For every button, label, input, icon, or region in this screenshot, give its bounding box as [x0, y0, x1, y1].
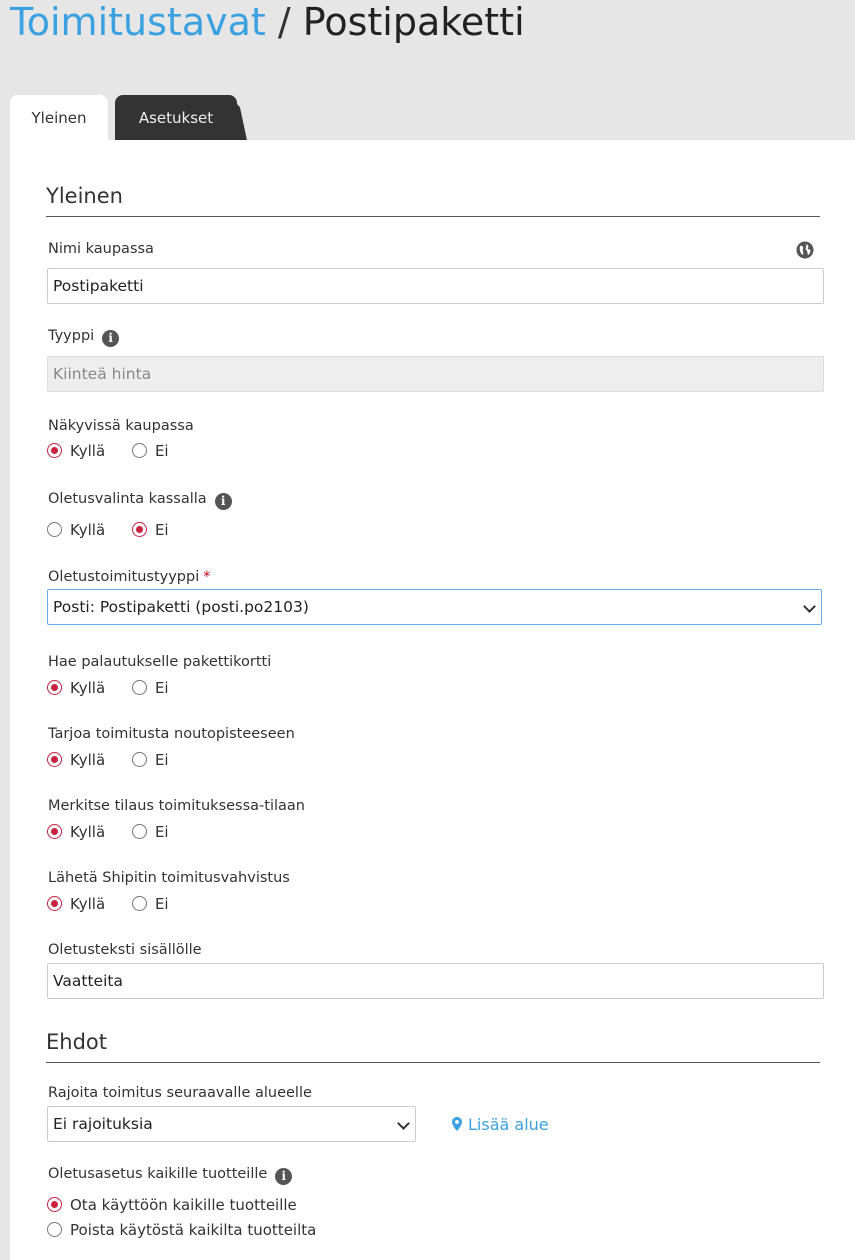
products-label-text: Oletusasetus kaikille tuotteille: [48, 1166, 268, 1182]
name-input[interactable]: Postipaketti: [47, 268, 824, 304]
mark-status-radio-group: Kyllä Ei: [47, 823, 191, 841]
radio-selected[interactable]: [131, 522, 147, 537]
return-card-radio-group: Kyllä Ei: [47, 679, 191, 697]
radio-label: Ota käyttöön kaikille tuotteille: [70, 1196, 297, 1214]
return-card-label: Hae palautukselle pakettikortti: [48, 654, 272, 670]
visible-label: Näkyvissä kaupassa: [48, 418, 194, 434]
required-mark: *: [203, 569, 211, 585]
default-checkout-no-option[interactable]: Ei: [131, 521, 169, 539]
map-marker-icon: [452, 1117, 462, 1131]
radio-label: Kyllä: [70, 751, 106, 769]
enable-all-option[interactable]: Ota käyttöön kaikille tuotteille: [47, 1196, 297, 1214]
radio-label: Ei: [154, 442, 169, 460]
type-label: Tyyppi i: [48, 328, 120, 347]
info-icon[interactable]: i: [275, 1168, 293, 1185]
region-select-value: Ei rajoituksia: [53, 1115, 153, 1133]
radio-label: Ei: [154, 679, 169, 697]
name-label: Nimi kaupassa: [48, 241, 154, 257]
radio-unselected[interactable]: [47, 1222, 62, 1237]
default-checkout-radio-group: Kyllä Ei: [47, 521, 191, 539]
type-field: Kiinteä hinta: [47, 356, 824, 392]
globe-icon[interactable]: [796, 241, 814, 259]
radio-unselected[interactable]: [131, 896, 147, 911]
visible-yes-option[interactable]: Kyllä: [47, 442, 105, 460]
radio-unselected[interactable]: [131, 752, 147, 767]
default-checkout-label-text: Oletusvalinta kassalla: [48, 491, 207, 507]
radio-unselected[interactable]: [131, 680, 147, 695]
mark-status-label: Merkitse tilaus toimituksessa-tilaan: [48, 798, 305, 814]
radio-label: Kyllä: [70, 679, 106, 697]
add-region-label: Lisää alue: [468, 1115, 549, 1134]
pickup-label: Tarjoa toimitusta noutopisteeseen: [48, 726, 295, 742]
pickup-radio-group: Kyllä Ei: [47, 751, 191, 769]
radio-label: Kyllä: [70, 895, 106, 913]
radio-label: Kyllä: [70, 823, 106, 841]
pickup-yes-option[interactable]: Kyllä: [47, 751, 105, 769]
visible-no-option[interactable]: Ei: [131, 442, 169, 460]
breadcrumb-current: Postipaketti: [302, 0, 525, 44]
radio-label: Ei: [154, 895, 169, 913]
radio-label: Ei: [154, 521, 169, 539]
region-label: Rajoita toimitus seuraavalle alueelle: [48, 1085, 312, 1101]
radio-selected[interactable]: [47, 752, 62, 767]
radio-selected[interactable]: [47, 896, 62, 911]
radio-unselected[interactable]: [47, 522, 62, 537]
return-card-yes-option[interactable]: Kyllä: [47, 679, 105, 697]
visible-radio-group: Kyllä Ei: [47, 442, 191, 460]
shipit-yes-option[interactable]: Kyllä: [47, 895, 105, 913]
breadcrumb-separator: /: [277, 0, 291, 44]
shipit-radio-group: Kyllä Ei: [47, 895, 191, 913]
products-label: Oletusasetus kaikille tuotteille i: [48, 1166, 293, 1185]
content-panel: Yleinen Nimi kaupassa Postipaketti Tyypp…: [10, 140, 855, 1260]
disable-all-option[interactable]: Poista käytöstä kaikilta tuotteilta: [47, 1221, 316, 1239]
add-region-link[interactable]: Lisää alue: [452, 1115, 549, 1134]
radio-label: Poista käytöstä kaikilta tuotteilta: [70, 1221, 317, 1239]
radio-label: Ei: [154, 751, 169, 769]
mark-status-yes-option[interactable]: Kyllä: [47, 823, 105, 841]
chevron-down-icon: [803, 600, 816, 613]
radio-unselected[interactable]: [131, 443, 147, 458]
default-checkout-yes-option[interactable]: Kyllä: [47, 521, 105, 539]
radio-unselected[interactable]: [131, 824, 147, 839]
page-title: Toimitustavat / Postipaketti: [10, 0, 525, 48]
radio-selected[interactable]: [47, 443, 62, 458]
section-title-general: Yleinen: [46, 184, 820, 217]
breadcrumb-parent-link[interactable]: Toimitustavat: [10, 0, 266, 44]
default-type-label: Oletustoimitustyyppi *: [48, 569, 211, 585]
default-type-select-value: Posti: Postipaketti (posti.po2103): [53, 598, 309, 616]
default-type-label-text: Oletustoimitustyyppi: [48, 569, 200, 585]
return-card-no-option[interactable]: Ei: [131, 679, 169, 697]
radio-label: Kyllä: [70, 442, 106, 460]
mark-status-no-option[interactable]: Ei: [131, 823, 169, 841]
radio-label: Kyllä: [70, 521, 106, 539]
content-text-label: Oletusteksti sisällölle: [48, 942, 202, 958]
section-title-conditions: Ehdot: [46, 1030, 820, 1063]
pickup-no-option[interactable]: Ei: [131, 751, 169, 769]
radio-label: Ei: [154, 823, 169, 841]
shipit-label: Lähetä Shipitin toimitusvahvistus: [48, 870, 290, 886]
radio-selected[interactable]: [47, 1197, 62, 1212]
radio-selected[interactable]: [47, 824, 62, 839]
info-icon[interactable]: i: [102, 330, 120, 347]
default-checkout-label: Oletusvalinta kassalla i: [48, 491, 232, 510]
type-label-text: Tyyppi: [48, 328, 95, 344]
tab-settings[interactable]: Asetukset: [115, 95, 237, 140]
tab-general[interactable]: Yleinen: [10, 95, 108, 140]
shipit-no-option[interactable]: Ei: [131, 895, 169, 913]
info-icon[interactable]: i: [214, 493, 232, 510]
chevron-down-icon: [397, 1117, 410, 1130]
radio-selected[interactable]: [47, 680, 62, 695]
content-text-input[interactable]: Vaatteita: [47, 963, 824, 999]
region-select[interactable]: Ei rajoituksia: [47, 1106, 416, 1142]
default-type-select[interactable]: Posti: Postipaketti (posti.po2103): [47, 589, 822, 625]
